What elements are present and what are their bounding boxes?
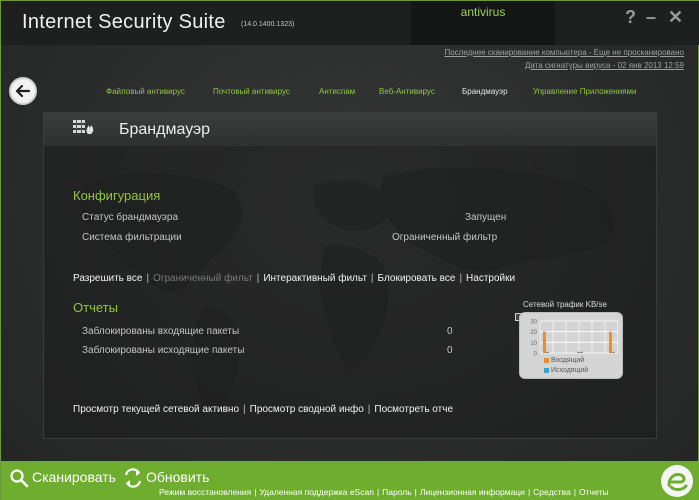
help-button[interactable]: ?: [625, 7, 636, 28]
chart-bar-incoming: [577, 351, 580, 353]
tab-antispam[interactable]: Антиспам: [319, 87, 355, 96]
tab-app-control[interactable]: Управление Приложениями: [533, 87, 636, 96]
update-icon: [124, 468, 142, 488]
app-version: (14.0.1400.1323): [241, 21, 295, 28]
last-scan-link[interactable]: Последнее сканирование компьютера - Еще …: [444, 46, 684, 59]
legend-incoming: Входящий: [544, 357, 584, 364]
chart-tick-label: 30: [530, 320, 537, 326]
panel-title: Брандмауэр: [119, 121, 211, 138]
title-bar: Internet Security Suite (14.0.1400.1323)…: [1, 1, 699, 45]
filter-system-value: Ограниченный фильтр: [392, 232, 498, 243]
legend-outgoing-swatch: [544, 367, 549, 373]
tab-web-antivirus[interactable]: Веб-Антивирус: [379, 87, 435, 96]
chart-bar-outgoing: [546, 351, 549, 353]
footer-links: Режим восстановления | Удаленная поддержка…: [159, 487, 609, 497]
summary-info-link[interactable]: Просмотр сводной инфо: [250, 404, 364, 415]
legend-incoming-label: Входящий: [551, 357, 585, 364]
filter-system-label: Система фильтрации: [82, 232, 182, 243]
limited-filter-link: Ограниченный фильт: [153, 273, 253, 284]
update-label: Обновить: [146, 469, 210, 485]
tab-file-antivirus[interactable]: Файловый антивирус: [106, 87, 185, 96]
close-button[interactable]: ✕: [668, 7, 683, 28]
tab-mail-antivirus[interactable]: Почтовый антивирус: [213, 87, 290, 96]
panel-header: Брандмауэр: [44, 113, 656, 146]
chart-tick-label: 10: [530, 341, 537, 347]
blocked-incoming-value: 0: [447, 326, 453, 337]
activity-links: Просмотр текущей сетевой активно | Просмот…: [73, 404, 454, 415]
legend-incoming-swatch: [544, 357, 549, 363]
chart-tick-label: 20: [530, 330, 537, 336]
minimize-button[interactable]: –: [646, 7, 656, 28]
signature-date-link[interactable]: Дата сигнатуры вируса - 02 янв 2013 12:5…: [444, 59, 684, 72]
license-info-link[interactable]: Лицензионная информаци: [420, 487, 525, 497]
password-link[interactable]: Пароль: [382, 487, 412, 497]
tab-firewall[interactable]: Брандмауэр: [462, 87, 508, 96]
mode-links: Разрешить все | Ограниченный фильт | Интерак…: [73, 273, 516, 284]
legend-outgoing-label: Исходящий: [551, 367, 589, 374]
firewall-status-value: Запущен: [465, 212, 507, 223]
scan-label: Сканировать: [32, 469, 116, 485]
current-activity-link[interactable]: Просмотр текущей сетевой активно: [73, 404, 239, 415]
escan-logo-icon: [667, 473, 688, 491]
blocked-outgoing-value: 0: [447, 345, 453, 356]
app-window: Internet Security Suite (14.0.1400.1323)…: [0, 0, 699, 500]
tools-link[interactable]: Средства: [533, 487, 571, 497]
brand-logo: [661, 465, 693, 497]
config-heading: Конфигурация: [73, 188, 161, 203]
reports-link[interactable]: Отчеты: [579, 487, 608, 497]
chart-tick-label: 0: [534, 352, 538, 358]
status-links: Последнее сканирование компьютера - Еще …: [444, 46, 684, 72]
traffic-chart-title: Сетевой трафик KB/se: [523, 300, 607, 309]
view-report-link[interactable]: Посмотреть отче: [374, 404, 453, 415]
settings-link[interactable]: Настройки: [466, 273, 515, 284]
firewall-icon: [73, 120, 94, 134]
arrow-left-icon: [15, 84, 31, 98]
chart-bar-outgoing: [612, 351, 615, 353]
blocked-outgoing-label: Заблокированы исходящие пакеты: [82, 345, 245, 356]
remote-support-link[interactable]: Удаленная поддержка eScan: [259, 487, 374, 497]
reports-heading: Отчеты: [73, 300, 118, 315]
chart-bar-incoming: [609, 331, 612, 353]
scan-icon: [10, 469, 29, 488]
block-all-link[interactable]: Блокировать все: [378, 273, 456, 284]
recovery-mode-link[interactable]: Режим восстановления: [159, 487, 251, 497]
firewall-status-label: Статус брандмауэра: [82, 212, 179, 223]
product-tab[interactable]: antivirus: [411, 1, 555, 45]
interactive-filter-link[interactable]: Интерактивный фильт: [263, 273, 367, 284]
allow-all-link[interactable]: Разрешить все: [73, 273, 142, 284]
product-tab-label: antivirus: [460, 5, 506, 19]
chart-bar-incoming: [543, 331, 546, 353]
chart-bar-outgoing: [580, 351, 583, 353]
blocked-incoming-label: Заблокированы входящие пакеты: [82, 326, 240, 337]
app-title: Internet Security Suite: [22, 11, 226, 33]
bottom-bar: Сканировать Обновить Режим восстановлени…: [1, 461, 699, 500]
back-button[interactable]: [9, 77, 37, 105]
legend-outgoing: Исходящий: [544, 367, 588, 374]
